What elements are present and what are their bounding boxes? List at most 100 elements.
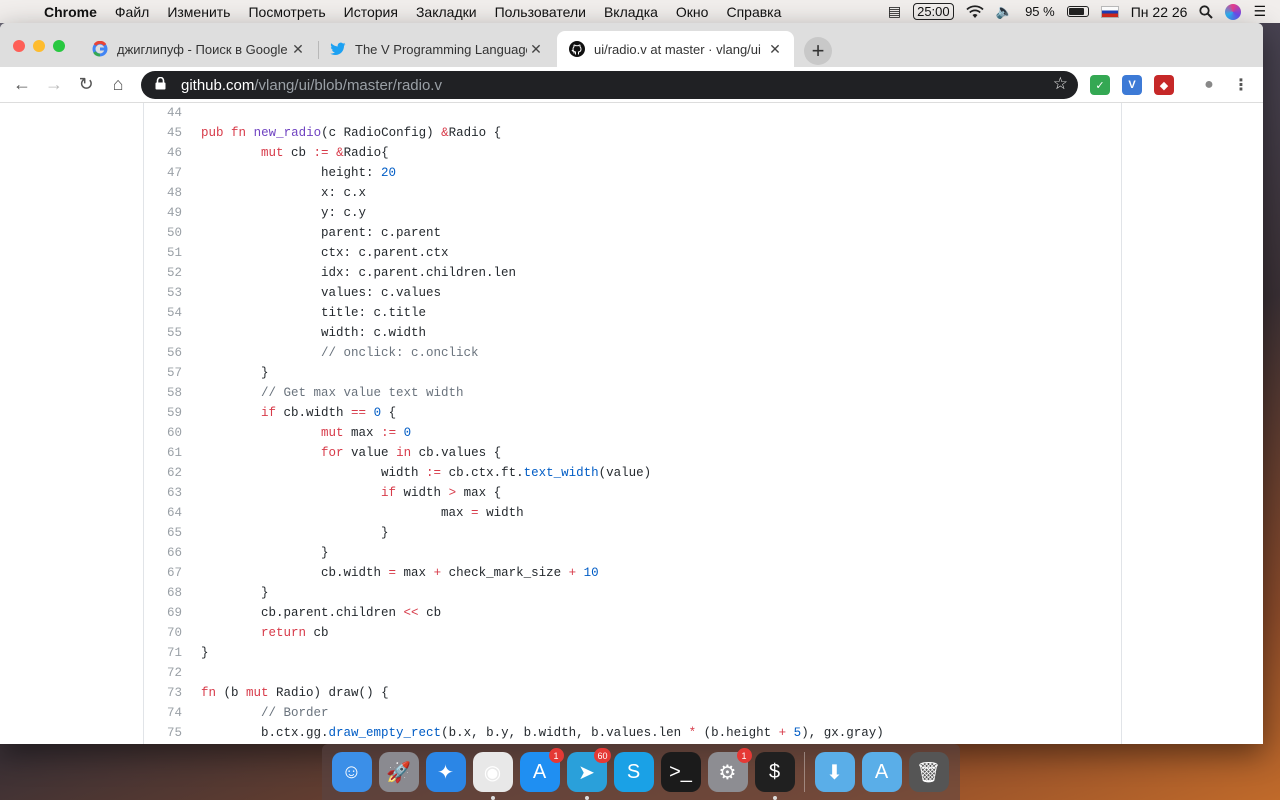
profile-avatar-icon[interactable]: ● [1199,75,1219,95]
window-zoom-button[interactable] [53,40,65,52]
code-line: 46 mut cb := &Radio{ [144,143,1120,163]
dock-applications-icon[interactable]: A [861,752,902,792]
line-number[interactable]: 44 [144,103,184,123]
menu-view[interactable]: Посмотреть [239,4,334,20]
code-line: 53 values: c.values [144,283,1120,303]
forward-arrow-icon[interactable]: → [38,71,70,99]
dock-chrome-icon[interactable]: ◉ [472,752,513,800]
menu-people[interactable]: Пользователи [486,4,595,20]
dock-telegram-icon[interactable]: ➤ 60 [566,748,611,800]
dock-downloads-icon[interactable]: ⬇ [814,752,855,792]
tab-google-search[interactable]: джиглипуф - Поиск в Google ✕ [80,31,317,67]
pomodoro-timer[interactable]: 25:00 [913,3,954,20]
line-number[interactable]: 59 [144,403,184,423]
line-number[interactable]: 48 [144,183,184,203]
new-tab-button[interactable]: + [804,37,832,65]
line-number[interactable]: 69 [144,603,184,623]
line-number[interactable]: 67 [144,563,184,583]
dock-launchpad-icon[interactable]: 🚀 [378,752,419,792]
tab-v-language[interactable]: The V Programming Language ✕ [318,31,555,67]
line-number[interactable]: 50 [144,223,184,243]
tab-close-icon[interactable]: ✕ [289,41,307,58]
line-number[interactable]: 57 [144,363,184,383]
siri-icon[interactable] [1225,3,1242,20]
vk-extension-icon[interactable]: V [1122,75,1142,95]
status-area: ▤ 25:00 🔈 95 % Пн 22 26 ☰ [888,0,1280,23]
dock-finder-icon[interactable]: ☺ [331,752,372,792]
bookmark-star-icon[interactable]: ☆ [1053,74,1068,94]
code-text: } [201,526,389,540]
menu-history[interactable]: История [335,4,407,20]
line-number[interactable]: 52 [144,263,184,283]
tab-radio-v[interactable]: ui/radio.v at master · vlang/ui ✕ [557,31,794,67]
dock-app-store-icon[interactable]: A1 [519,748,564,792]
line-number[interactable]: 70 [144,623,184,643]
line-number[interactable]: 45 [144,123,184,143]
code-line: 55 width: c.width [144,323,1120,343]
code-view: 43}4445pub fn new_radio(c RadioConfig) &… [143,103,1122,744]
menu-bookmarks[interactable]: Закладки [407,4,486,20]
window-minimize-button[interactable] [33,40,45,52]
line-number[interactable]: 56 [144,343,184,363]
line-number[interactable]: 55 [144,323,184,343]
line-number[interactable]: 60 [144,423,184,443]
tab-close-icon[interactable]: ✕ [766,41,784,58]
line-number[interactable]: 58 [144,383,184,403]
code-text: title: c.title [201,306,427,320]
line-number[interactable]: 75 [144,723,184,743]
line-number[interactable]: 68 [144,583,184,603]
line-number[interactable]: 49 [144,203,184,223]
dock-skype-icon[interactable]: S [613,752,654,792]
menu-app-name[interactable]: Chrome [44,4,106,20]
tab-close-icon[interactable]: ✕ [527,41,545,58]
line-number[interactable]: 71 [144,643,184,663]
stack-icon[interactable]: ▤ [888,3,901,20]
menu-window[interactable]: Окно [667,4,718,20]
dock-safari-icon[interactable]: ✦ [425,752,466,792]
dock-terminal-icon[interactable]: >_ [660,752,701,792]
notification-center-icon[interactable]: ☰ [1253,3,1266,20]
dock-iterm-icon[interactable]: $ [754,752,795,800]
input-source-flag-icon[interactable] [1100,5,1119,18]
volume-icon[interactable]: 🔈 [996,3,1013,20]
lastpass-extension-icon[interactable]: ◆ [1154,75,1174,95]
line-number[interactable]: 62 [144,463,184,483]
line-number[interactable]: 47 [144,163,184,183]
dock-system-preferences-icon[interactable]: ⚙ 1 [707,748,752,792]
window-close-button[interactable] [13,40,25,52]
address-bar[interactable]: github.com/vlang/ui/blob/master/radio.v … [141,71,1078,99]
menu-file[interactable]: Файл [106,4,158,20]
browser-toolbar: ← → ↻ ⌂ github.com/vlang/ui/blob/master/… [0,67,1263,103]
line-number[interactable]: 64 [144,503,184,523]
menu-help[interactable]: Справка [717,4,790,20]
code-text: x: c.x [201,186,367,200]
dock-trash-icon[interactable]: 🗑 [908,752,949,792]
line-number[interactable]: 51 [144,243,184,263]
line-number[interactable]: 61 [144,443,184,463]
menu-tab[interactable]: Вкладка [595,4,667,20]
line-number[interactable]: 63 [144,483,184,503]
adblock-shield-icon[interactable]: ✓ [1090,75,1110,95]
line-number[interactable]: 66 [144,543,184,563]
line-number[interactable]: 74 [144,703,184,723]
line-number[interactable]: 65 [144,523,184,543]
line-number[interactable]: 46 [144,143,184,163]
back-arrow-icon[interactable]: ← [6,71,38,99]
url-path: /vlang/ui/blob/master/radio.v [254,76,442,94]
line-number[interactable]: 53 [144,283,184,303]
spotlight-search-icon[interactable] [1199,4,1214,19]
line-number[interactable]: 72 [144,663,184,683]
line-number[interactable]: 54 [144,303,184,323]
menu-edit[interactable]: Изменить [158,4,239,20]
line-number[interactable]: 73 [144,683,184,703]
code-text: values: c.values [201,286,442,300]
home-icon[interactable]: ⌂ [102,71,134,99]
battery-icon[interactable] [1066,6,1089,17]
lock-icon[interactable] [151,76,169,93]
wifi-icon[interactable] [966,4,984,19]
menu-clock[interactable]: Пн 22 26 [1131,4,1188,20]
reload-icon[interactable]: ↻ [70,71,102,99]
chrome-menu-icon[interactable]: ⋮ [1231,75,1251,95]
code-text: pub fn new_radio(c RadioConfig) &Radio { [201,126,502,140]
